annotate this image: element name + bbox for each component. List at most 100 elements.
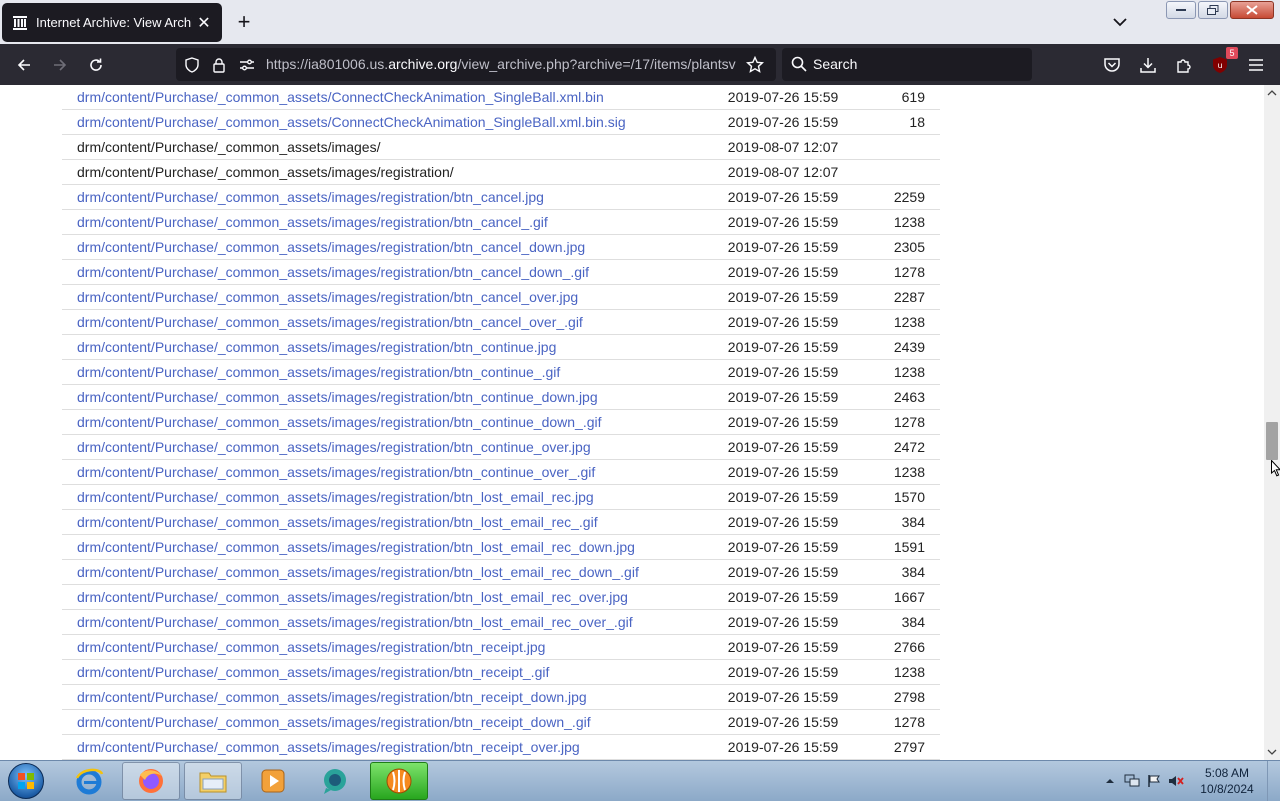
file-date-cell: 2019-08-07 12:07 (697, 159, 894, 185)
file-row: drm/content/Purchase/_common_assets/imag… (62, 184, 940, 210)
file-date-cell: 2019-07-26 15:59 (697, 684, 894, 710)
file-link[interactable]: drm/content/Purchase/_common_assets/Conn… (77, 114, 626, 130)
action-center-flag-icon[interactable] (1143, 770, 1165, 792)
file-link[interactable]: drm/content/Purchase/_common_assets/imag… (77, 614, 633, 630)
file-row: drm/content/Purchase/_common_assets/imag… (62, 209, 940, 235)
directory-name: drm/content/Purchase/_common_assets/imag… (77, 164, 454, 180)
back-arrow-icon[interactable] (10, 51, 38, 79)
show-hidden-icons-icon[interactable] (1099, 770, 1121, 792)
file-row: drm/content/Purchase/_common_assets/imag… (62, 159, 940, 185)
file-date-cell: 2019-07-26 15:59 (697, 284, 894, 310)
file-row: drm/content/Purchase/_common_assets/imag… (62, 259, 940, 285)
show-desktop-button[interactable] (1267, 761, 1280, 801)
volume-muted-icon[interactable] (1165, 770, 1187, 792)
file-name-cell: drm/content/Purchase/_common_assets/imag… (62, 184, 698, 210)
tab-internet-archive[interactable]: Internet Archive: View Archive ✕ (2, 3, 222, 42)
window-close-icon[interactable] (1230, 1, 1274, 19)
green-app-icon[interactable] (370, 762, 428, 800)
archive-file-table: drm/content/Purchase/_common_assets/Conn… (62, 85, 940, 760)
system-clock[interactable]: 5:08 AM 10/8/2024 (1187, 765, 1267, 797)
file-row: drm/content/Purchase/_common_assets/imag… (62, 684, 940, 710)
file-name-cell: drm/content/Purchase/_common_assets/imag… (62, 309, 698, 335)
url-bar[interactable]: https://ia801006.us.archive.org/view_arc… (176, 48, 776, 81)
media-player-icon[interactable] (244, 762, 302, 800)
file-size-cell: 1238 (893, 659, 940, 685)
file-name-cell: drm/content/Purchase/_common_assets/imag… (62, 609, 698, 635)
file-link[interactable]: drm/content/Purchase/_common_assets/imag… (77, 514, 598, 530)
scroll-down-arrow-icon[interactable] (1264, 744, 1280, 760)
search-placeholder: Search (813, 56, 858, 72)
reload-icon[interactable] (82, 51, 110, 79)
file-row: drm/content/Purchase/_common_assets/imag… (62, 709, 940, 735)
file-size-cell: 2463 (893, 384, 940, 410)
ublock-origin-icon[interactable]: u 5 (1206, 47, 1238, 79)
new-tab-button[interactable]: + (232, 10, 256, 34)
restore-icon[interactable] (1198, 1, 1228, 19)
file-link[interactable]: drm/content/Purchase/_common_assets/imag… (77, 664, 549, 680)
firefox-taskbar-icon[interactable] (122, 762, 180, 800)
file-size-cell: 1570 (893, 484, 940, 510)
file-name-cell: drm/content/Purchase/_common_assets/imag… (62, 434, 698, 460)
file-row: drm/content/Purchase/_common_assets/imag… (62, 734, 940, 760)
chat-app-icon[interactable] (306, 762, 364, 800)
file-link[interactable]: drm/content/Purchase/_common_assets/imag… (77, 214, 548, 230)
list-all-tabs-icon[interactable] (1108, 10, 1132, 34)
file-link[interactable]: drm/content/Purchase/_common_assets/Conn… (77, 89, 604, 105)
file-link[interactable]: drm/content/Purchase/_common_assets/imag… (77, 564, 639, 580)
file-link[interactable]: drm/content/Purchase/_common_assets/imag… (77, 414, 602, 430)
search-input[interactable]: Search (782, 48, 1032, 81)
file-link[interactable]: drm/content/Purchase/_common_assets/imag… (77, 339, 556, 355)
file-name-cell: drm/content/Purchase/_common_assets/imag… (62, 134, 698, 160)
file-size-cell: 2287 (893, 284, 940, 310)
file-name-cell: drm/content/Purchase/_common_assets/imag… (62, 509, 698, 535)
file-link[interactable]: drm/content/Purchase/_common_assets/imag… (77, 439, 591, 455)
file-row: drm/content/Purchase/_common_assets/imag… (62, 284, 940, 310)
file-link[interactable]: drm/content/Purchase/_common_assets/imag… (77, 739, 580, 755)
bookmark-star-icon[interactable] (746, 56, 764, 74)
file-name-cell: drm/content/Purchase/_common_assets/imag… (62, 559, 698, 585)
forward-arrow-icon[interactable] (46, 51, 74, 79)
file-link[interactable]: drm/content/Purchase/_common_assets/imag… (77, 589, 628, 605)
file-link[interactable]: drm/content/Purchase/_common_assets/imag… (77, 389, 598, 405)
file-name-cell: drm/content/Purchase/_common_assets/Conn… (62, 85, 698, 110)
file-explorer-icon[interactable] (184, 762, 242, 800)
file-size-cell: 1667 (893, 584, 940, 610)
file-size-cell: 1278 (893, 409, 940, 435)
file-link[interactable]: drm/content/Purchase/_common_assets/imag… (77, 364, 560, 380)
file-row: drm/content/Purchase/_common_assets/imag… (62, 609, 940, 635)
file-link[interactable]: drm/content/Purchase/_common_assets/imag… (77, 264, 589, 280)
permissions-icon[interactable] (238, 56, 256, 74)
file-link[interactable]: drm/content/Purchase/_common_assets/imag… (77, 314, 583, 330)
file-size-cell: 1238 (893, 459, 940, 485)
file-date-cell: 2019-07-26 15:59 (697, 234, 894, 260)
file-size-cell: 1278 (893, 259, 940, 285)
file-link[interactable]: drm/content/Purchase/_common_assets/imag… (77, 189, 544, 205)
file-link[interactable]: drm/content/Purchase/_common_assets/imag… (77, 714, 591, 730)
file-date-cell: 2019-07-26 15:59 (697, 184, 894, 210)
hamburger-menu-icon[interactable] (1242, 51, 1270, 79)
file-link[interactable]: drm/content/Purchase/_common_assets/imag… (77, 489, 594, 505)
file-link[interactable]: drm/content/Purchase/_common_assets/imag… (77, 239, 585, 255)
file-size-cell: 384 (893, 559, 940, 585)
lock-icon[interactable] (210, 56, 228, 74)
window-controls (1166, 1, 1274, 21)
file-link[interactable]: drm/content/Purchase/_common_assets/imag… (77, 539, 635, 555)
url-text[interactable]: https://ia801006.us.archive.org/view_arc… (266, 56, 736, 72)
file-link[interactable]: drm/content/Purchase/_common_assets/imag… (77, 464, 595, 480)
minimize-icon[interactable] (1166, 1, 1196, 19)
tab-close-icon[interactable]: ✕ (192, 11, 216, 35)
file-link[interactable]: drm/content/Purchase/_common_assets/imag… (77, 639, 545, 655)
shield-icon[interactable] (183, 56, 201, 74)
downloads-icon[interactable] (1134, 51, 1162, 79)
vertical-scrollbar[interactable] (1264, 85, 1280, 760)
file-link[interactable]: drm/content/Purchase/_common_assets/imag… (77, 289, 578, 305)
scrollbar-thumb[interactable] (1266, 422, 1278, 460)
internet-explorer-icon[interactable] (60, 762, 118, 800)
start-button[interactable] (4, 762, 48, 800)
pocket-icon[interactable] (1098, 51, 1126, 79)
file-name-cell: drm/content/Purchase/_common_assets/imag… (62, 409, 698, 435)
extensions-puzzle-icon[interactable] (1170, 51, 1198, 79)
file-link[interactable]: drm/content/Purchase/_common_assets/imag… (77, 689, 587, 705)
network-icon[interactable] (1121, 770, 1143, 792)
scroll-up-arrow-icon[interactable] (1264, 85, 1280, 101)
